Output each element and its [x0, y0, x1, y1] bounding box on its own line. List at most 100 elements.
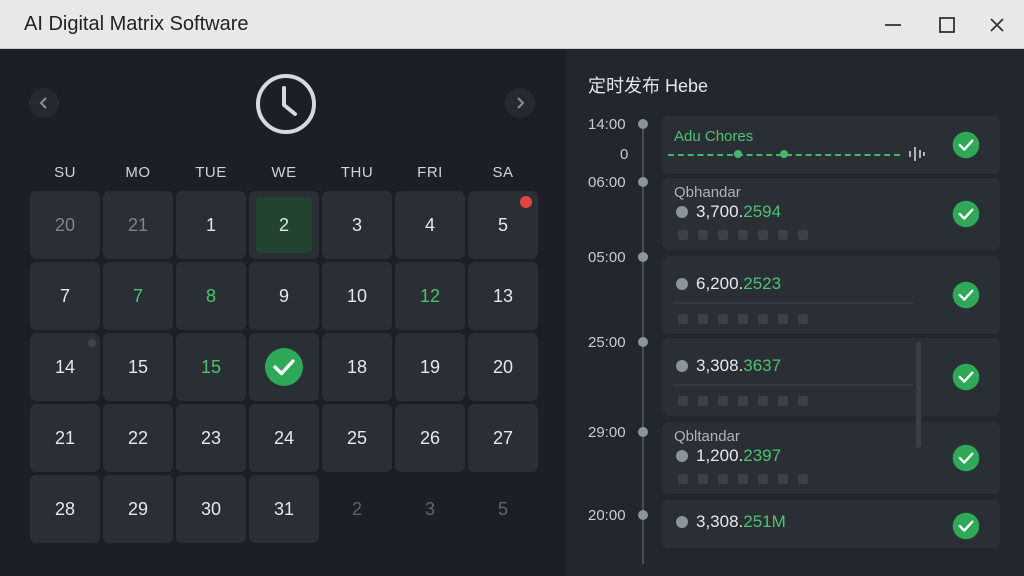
value-bullet-icon: [676, 278, 688, 290]
card-label: Qbhandar: [674, 184, 741, 201]
next-month-button[interactable]: [505, 88, 535, 118]
prev-month-button[interactable]: [29, 88, 59, 118]
calendar-day[interactable]: 15: [176, 333, 246, 401]
calendar-day[interactable]: 8: [176, 262, 246, 330]
card-value: 6,200.2523: [676, 274, 781, 294]
calendar-day[interactable]: 18: [322, 333, 392, 401]
calendar-day[interactable]: 31: [249, 475, 319, 543]
value-bullet-icon: [676, 450, 688, 462]
calendar-day[interactable]: 7: [30, 262, 100, 330]
schedule-card[interactable]: Qbhandar 3,700.2594: [662, 178, 1000, 250]
calendar-day-completed[interactable]: [249, 333, 319, 401]
card-divider: [674, 384, 914, 386]
calendar-day[interactable]: 3: [322, 191, 392, 259]
schedule-card[interactable]: Qbltandar 1,200.2397: [662, 422, 1000, 494]
calendar-day[interactable]: 24: [249, 404, 319, 472]
card-label: Adu Chores: [674, 128, 754, 145]
card-value: 1,200.2397: [676, 446, 781, 466]
calendar-day[interactable]: 28: [30, 475, 100, 543]
card-label: Qbltandar: [674, 428, 740, 445]
check-circle-icon: [265, 348, 303, 386]
calendar-day[interactable]: 13: [468, 262, 538, 330]
value-tail: 2594: [743, 202, 782, 221]
calendar-day[interactable]: 22: [103, 404, 173, 472]
value-bullet-icon: [676, 360, 688, 372]
calendar-day[interactable]: 3: [395, 475, 465, 543]
check-circle-icon: [952, 281, 980, 309]
calendar-day[interactable]: 30: [176, 475, 246, 543]
close-icon: [990, 18, 1004, 32]
calendar-day[interactable]: 1: [176, 191, 246, 259]
published-status: [952, 444, 980, 472]
timeline-time: 20:00: [588, 507, 626, 524]
timeline-time: 25:00: [588, 334, 626, 351]
weekday-label: WE: [271, 164, 297, 181]
day-number: 25: [346, 427, 368, 448]
schedule-card[interactable]: Adu Chores: [662, 116, 1000, 174]
weekday-label: MO: [125, 164, 151, 181]
published-status: [952, 281, 980, 309]
value-main: 6,200.: [696, 274, 744, 293]
value-bullet-icon: [676, 206, 688, 218]
calendar-day[interactable]: 9: [249, 262, 319, 330]
calendar-day[interactable]: 21: [103, 191, 173, 259]
schedule-card[interactable]: 3,308.251M: [662, 500, 1000, 548]
value-main: 1,200.: [696, 446, 744, 465]
day-number: 1: [205, 214, 216, 235]
card-status-dots: [678, 230, 808, 240]
calendar-day[interactable]: 2: [322, 475, 392, 543]
calendar-day[interactable]: 21: [30, 404, 100, 472]
calendar-day[interactable]: 29: [103, 475, 173, 543]
close-button[interactable]: [982, 10, 1012, 40]
calendar-day[interactable]: 26: [395, 404, 465, 472]
calendar-day[interactable]: 27: [468, 404, 538, 472]
day-number: 7: [132, 285, 143, 306]
day-number: 28: [54, 498, 76, 519]
timeline-time: 29:00: [588, 424, 626, 441]
day-number: 7: [59, 285, 70, 306]
day-number: 12: [419, 285, 441, 306]
check-circle-icon: [952, 200, 980, 228]
window-title: AI Digital Matrix Software: [24, 13, 249, 35]
waveform-node: [734, 150, 742, 158]
title-bar: AI Digital Matrix Software: [0, 0, 1024, 49]
chevron-right-icon: [517, 97, 525, 109]
day-number: 4: [424, 214, 435, 235]
day-number: 31: [273, 498, 295, 519]
scrollbar[interactable]: [916, 342, 921, 448]
calendar-day[interactable]: 10: [322, 262, 392, 330]
card-status-dots: [678, 314, 808, 324]
calendar-day[interactable]: 14: [30, 333, 100, 401]
card-value: 3,700.2594: [676, 202, 781, 222]
day-number: 26: [419, 427, 441, 448]
card-divider: [674, 302, 914, 304]
minimize-button[interactable]: [878, 10, 908, 40]
day-number: 14: [54, 356, 76, 377]
calendar-day[interactable]: 7: [103, 262, 173, 330]
weekday-label: FRI: [417, 164, 443, 181]
calendar-day[interactable]: 5: [468, 191, 538, 259]
minimize-icon: [885, 24, 901, 26]
calendar-day[interactable]: 15: [103, 333, 173, 401]
value-main: 3,308.: [696, 512, 744, 531]
value-tail: 2523: [743, 274, 782, 293]
calendar-day[interactable]: 25: [322, 404, 392, 472]
check-circle-icon: [952, 131, 980, 159]
calendar-panel: SU MO TUE WE THU FRI SA 20 21 1 2 3 4 5 7 7 8 9 10 12 13 14 1…: [0, 50, 566, 576]
schedule-card[interactable]: 6,200.2523: [662, 256, 1000, 334]
calendar-day[interactable]: 12: [395, 262, 465, 330]
day-number: 29: [127, 498, 149, 519]
weekday-label: TUE: [195, 164, 227, 181]
calendar-day[interactable]: 5: [468, 475, 538, 543]
calendar-day[interactable]: 4: [395, 191, 465, 259]
calendar-day-selected[interactable]: 2: [249, 191, 319, 259]
calendar-day[interactable]: 19: [395, 333, 465, 401]
calendar-day[interactable]: 20: [468, 333, 538, 401]
calendar-day[interactable]: 23: [176, 404, 246, 472]
event-indicator-dot: [88, 339, 96, 347]
schedule-card[interactable]: 3,308.3637: [662, 338, 1000, 416]
event-indicator-dot: [520, 196, 532, 208]
calendar-day[interactable]: 20: [30, 191, 100, 259]
maximize-button[interactable]: [932, 10, 962, 40]
day-number: 30: [200, 498, 222, 519]
